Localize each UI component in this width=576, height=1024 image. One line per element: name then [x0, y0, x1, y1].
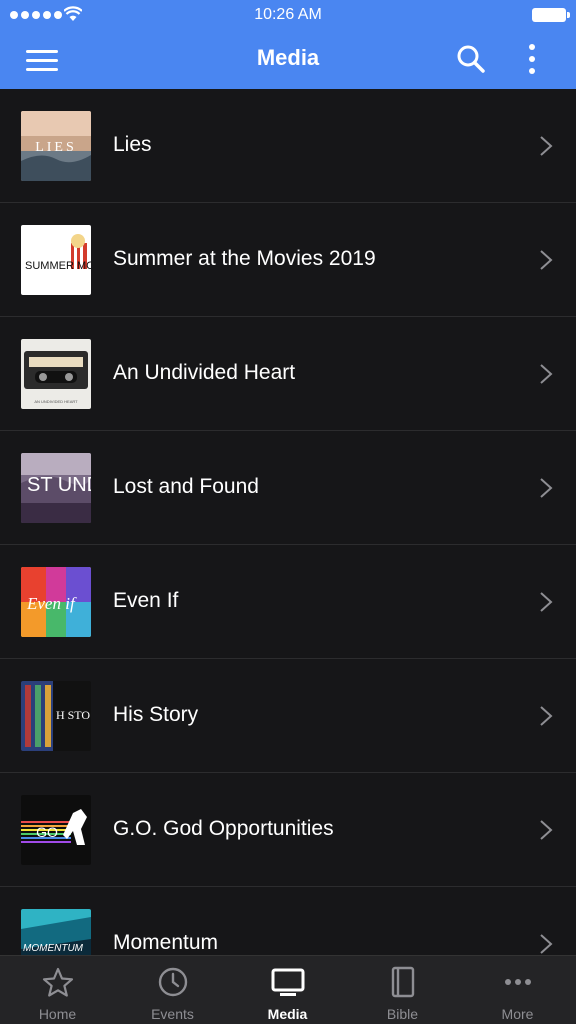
series-thumbnail: SUMMER MOVIES — [21, 225, 91, 295]
tab-label: Bible — [386, 1006, 419, 1022]
chevron-right-icon — [540, 706, 553, 726]
thumb-text: LIES — [35, 140, 77, 155]
tab-home[interactable]: Home — [0, 956, 115, 1024]
tv-icon — [271, 968, 305, 996]
series-thumbnail: Even if — [21, 567, 91, 637]
navigation-bar: Media — [0, 30, 576, 89]
chevron-right-icon — [540, 364, 553, 384]
star-icon — [42, 967, 74, 997]
media-title: Lost and Found — [113, 475, 259, 498]
media-list-item[interactable]: ST UND Lost and Found — [0, 431, 576, 545]
media-list-item[interactable]: Even if Even If — [0, 545, 576, 659]
thumb-text: H STO — [56, 708, 90, 722]
book-icon — [391, 966, 415, 998]
page-title: Media — [256, 45, 320, 70]
media-list-item[interactable]: GO G.O. God Opportunities — [0, 773, 576, 887]
media-title: Summer at the Movies 2019 — [113, 247, 376, 270]
status-bar: 10:26 AM — [0, 0, 576, 30]
app-header: 10:26 AM Media — [0, 0, 576, 89]
series-thumbnail: AN UNDIVIDED HEART — [21, 339, 91, 409]
media-list-item[interactable]: AN UNDIVIDED HEART An Undivided Heart — [0, 317, 576, 431]
media-title: Even If — [113, 589, 179, 612]
media-list-item[interactable]: MOMENTUM Momentum — [0, 887, 576, 955]
clock-icon — [158, 967, 188, 997]
status-time: 10:26 AM — [254, 6, 322, 23]
search-icon[interactable] — [456, 44, 486, 74]
chevron-right-icon — [540, 934, 553, 954]
series-thumbnail: LIES — [21, 111, 91, 181]
tab-label: Media — [267, 1006, 308, 1022]
chevron-right-icon — [540, 478, 553, 498]
media-list[interactable]: LIES Lies SUMMER MOVIES Summer at the Mo… — [0, 89, 576, 955]
media-title: G.O. God Opportunities — [113, 817, 334, 840]
media-title: His Story — [113, 703, 199, 726]
series-thumbnail: ST UND — [21, 453, 91, 523]
battery-icon — [532, 8, 570, 22]
media-title: Momentum — [113, 931, 219, 954]
thumb-text: ST UND — [27, 474, 91, 496]
thumb-text: GO — [36, 824, 58, 840]
chevron-right-icon — [540, 592, 553, 612]
chevron-right-icon — [540, 136, 553, 156]
thumb-text: Even if — [26, 594, 77, 613]
thumb-text: MOMENTUM — [23, 943, 84, 954]
overflow-menu-icon[interactable] — [524, 43, 540, 75]
thumb-text: SUMMER MOVIES — [25, 260, 91, 272]
tab-bible[interactable]: Bible — [345, 956, 460, 1024]
series-thumbnail: GO — [21, 795, 91, 865]
media-list-item[interactable]: SUMMER MOVIES Summer at the Movies 2019 — [0, 203, 576, 317]
tab-bar: Home Events Media Bible More — [0, 955, 576, 1024]
media-list-item[interactable]: LIES Lies — [0, 89, 576, 203]
media-title: Lies — [113, 133, 152, 156]
tab-media[interactable]: Media — [230, 956, 345, 1024]
tab-more[interactable]: More — [460, 956, 575, 1024]
media-list-item[interactable]: H STO His Story — [0, 659, 576, 773]
tab-events[interactable]: Events — [115, 956, 230, 1024]
chevron-right-icon — [540, 820, 553, 840]
chevron-right-icon — [540, 250, 553, 270]
tab-label: Events — [151, 1006, 194, 1022]
tab-label: More — [501, 1006, 534, 1022]
ellipsis-icon — [505, 979, 531, 985]
media-title: An Undivided Heart — [113, 361, 296, 384]
tab-label: Home — [38, 1006, 77, 1022]
series-thumbnail: MOMENTUM — [21, 909, 91, 955]
series-thumbnail: H STO — [21, 681, 91, 751]
thumb-text: AN UNDIVIDED HEART — [34, 399, 78, 404]
